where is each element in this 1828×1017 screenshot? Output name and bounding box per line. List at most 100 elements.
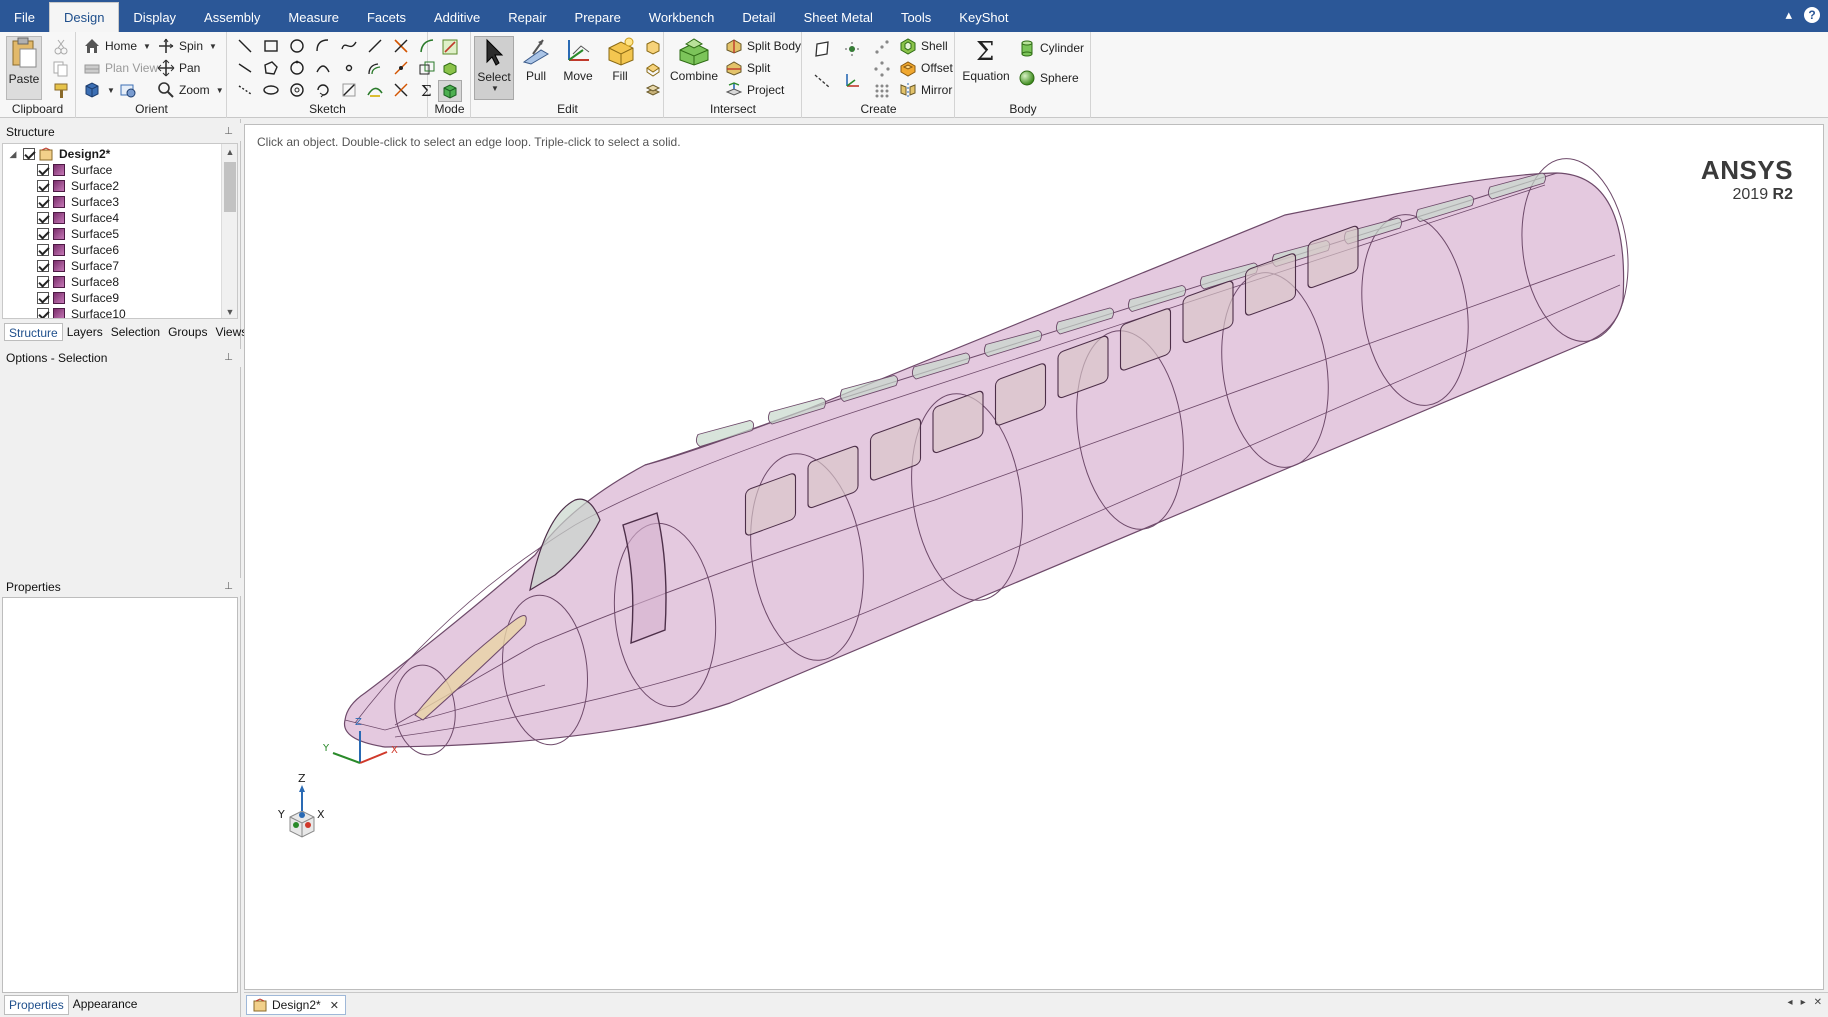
collapse-icon[interactable]: ◢ (7, 149, 19, 160)
ribbon-minimize-icon[interactable]: ▴ (1785, 6, 1792, 24)
graphics-viewport[interactable]: Click an object. Double-click to select … (244, 124, 1824, 990)
axis-icon[interactable] (813, 72, 831, 90)
three-point-arc-icon[interactable] (312, 58, 334, 78)
tab-groups[interactable]: Groups (164, 323, 211, 341)
tree-item-surface[interactable]: Surface (33, 162, 112, 178)
menu-tab-prepare[interactable]: Prepare (561, 4, 635, 32)
3d-mode-button[interactable] (438, 80, 462, 102)
point-tool-icon[interactable] (338, 58, 360, 78)
tab-structure[interactable]: Structure (4, 323, 63, 341)
three-point-circle-icon[interactable] (286, 58, 308, 78)
copy-icon[interactable] (52, 60, 70, 78)
train-model[interactable]: Z X Y Z X Y (245, 125, 1823, 989)
menu-tab-tools[interactable]: Tools (887, 4, 945, 32)
options-pin-icon[interactable]: ⊥ (224, 349, 233, 367)
menu-tab-detail[interactable]: Detail (728, 4, 789, 32)
tab-selection[interactable]: Selection (107, 323, 164, 341)
pan-button[interactable]: Pan (157, 58, 200, 78)
view-triad[interactable]: Z X Y (277, 772, 325, 838)
menu-tab-keyshot[interactable]: KeyShot (945, 4, 1022, 32)
tree-item-surface[interactable]: Surface7 (33, 258, 119, 274)
offset-button[interactable]: Offset (899, 58, 953, 78)
visibility-checkbox[interactable] (37, 244, 49, 256)
menu-tab-facets[interactable]: Facets (353, 4, 420, 32)
help-icon[interactable]: ? (1804, 7, 1820, 23)
split-body-button[interactable]: Split Body (725, 36, 801, 56)
dotted-line-icon[interactable] (234, 80, 256, 100)
visibility-checkbox[interactable] (37, 212, 49, 224)
bend-curve-icon[interactable] (364, 80, 386, 100)
tree-item-surface[interactable]: Surface6 (33, 242, 119, 258)
line-tool-icon[interactable] (234, 36, 256, 56)
extend-curve-icon[interactable] (390, 58, 412, 78)
tree-item-surface[interactable]: Surface9 (33, 290, 119, 306)
replace-icon[interactable] (644, 82, 662, 100)
tree-scrollbar[interactable]: ▲ ▼ (221, 144, 237, 318)
select-button[interactable]: Select ▼ (474, 36, 514, 100)
menu-tab-measure[interactable]: Measure (274, 4, 353, 32)
move-button[interactable]: Move (558, 36, 598, 100)
equation-button[interactable]: Σ Equation (960, 36, 1012, 100)
spin-button[interactable]: Spin ▼ (157, 36, 217, 56)
project-curve-icon[interactable] (338, 80, 360, 100)
cylinder-button[interactable]: Cylinder (1018, 38, 1084, 58)
tweak-face-icon[interactable] (644, 60, 662, 78)
scroll-thumb[interactable] (224, 162, 236, 212)
menu-tab-workbench[interactable]: Workbench (635, 4, 729, 32)
sketch-mode-icon[interactable] (441, 38, 459, 56)
visibility-checkbox[interactable] (37, 260, 49, 272)
pull-button[interactable]: Pull (516, 36, 556, 100)
linear-pattern-icon[interactable] (873, 38, 891, 56)
blend-icon[interactable] (644, 38, 662, 56)
tree-item-surface[interactable]: Surface5 (33, 226, 119, 242)
shell-button[interactable]: Shell (899, 36, 948, 56)
trim-tool-icon[interactable] (390, 36, 412, 56)
tab-properties[interactable]: Properties (4, 995, 69, 1015)
home-button[interactable]: Home ▼ (83, 36, 151, 56)
menu-tab-repair[interactable]: Repair (494, 4, 560, 32)
tab-appearance[interactable]: Appearance (69, 995, 142, 1015)
combine-button[interactable]: Combine (669, 36, 719, 100)
menu-tab-file[interactable]: File (0, 4, 49, 32)
structure-pin-icon[interactable]: ⊥ (224, 123, 233, 141)
fill-button[interactable]: Fill (600, 36, 640, 100)
visibility-checkbox[interactable] (37, 228, 49, 240)
prev-tab-icon[interactable]: ◂ (1788, 997, 1793, 1008)
menu-tab-display[interactable]: Display (119, 4, 190, 32)
visibility-checkbox[interactable] (37, 196, 49, 208)
split-button[interactable]: Split (725, 58, 770, 78)
menu-tab-assembly[interactable]: Assembly (190, 4, 274, 32)
offset-curve-icon[interactable] (364, 58, 386, 78)
tab-layers[interactable]: Layers (63, 323, 107, 341)
view-cube-button[interactable]: ▼ (83, 80, 137, 100)
origin-icon[interactable] (843, 72, 861, 90)
plan-view-button[interactable]: Plan View (83, 58, 158, 78)
sphere-button[interactable]: Sphere (1018, 68, 1079, 88)
tree-item-surface[interactable]: Surface10 (33, 306, 126, 318)
construction-line-icon[interactable] (234, 58, 256, 78)
cut-icon[interactable] (52, 38, 70, 56)
visibility-checkbox[interactable] (23, 148, 35, 160)
visibility-checkbox[interactable] (37, 292, 49, 304)
format-painter-icon[interactable] (52, 82, 70, 100)
section-mode-icon[interactable] (441, 60, 459, 78)
visibility-checkbox[interactable] (37, 180, 49, 192)
next-tab-icon[interactable]: ▸ (1801, 997, 1806, 1008)
menu-tab-design[interactable]: Design (48, 2, 120, 32)
project-button[interactable]: Project (725, 80, 784, 100)
plane-icon[interactable] (813, 40, 831, 58)
document-tab[interactable]: Design2* ✕ (246, 995, 346, 1015)
visibility-checkbox[interactable] (37, 164, 49, 176)
tangent-arc-icon[interactable] (364, 36, 386, 56)
menu-tab-sheet-metal[interactable]: Sheet Metal (790, 4, 887, 32)
tree-item-surface[interactable]: Surface4 (33, 210, 119, 226)
tree-item-surface[interactable]: Surface8 (33, 274, 119, 290)
fill-pattern-icon[interactable] (873, 82, 891, 100)
visibility-checkbox[interactable] (37, 308, 49, 318)
circular-pattern-icon[interactable] (873, 60, 891, 78)
visibility-checkbox[interactable] (37, 276, 49, 288)
scroll-up-icon[interactable]: ▲ (222, 144, 237, 160)
scroll-down-icon[interactable]: ▼ (222, 304, 237, 318)
mirror-button[interactable]: Mirror (899, 80, 952, 100)
rotate-sketch-icon[interactable] (312, 80, 334, 100)
